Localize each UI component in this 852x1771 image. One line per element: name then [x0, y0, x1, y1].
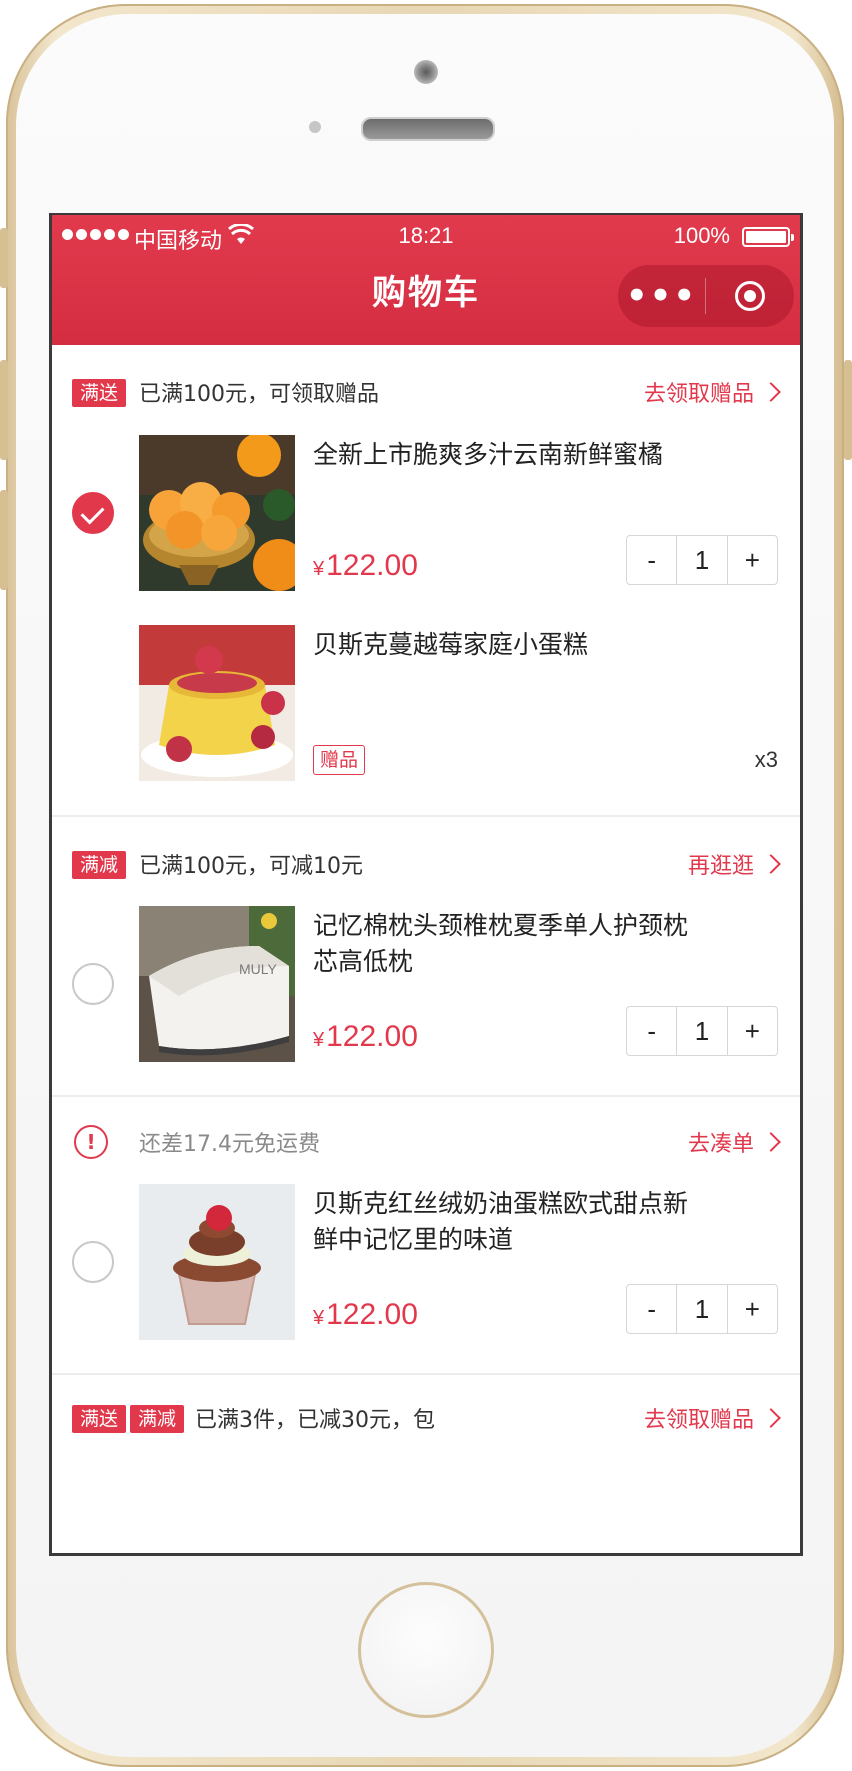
front-camera: [414, 60, 438, 84]
close-miniprogram-button[interactable]: [706, 281, 793, 311]
volume-up-button: [0, 360, 8, 460]
miniprogram-capsule: •••: [618, 265, 794, 327]
chevron-right-icon: [761, 854, 781, 874]
promo-description: 已满3件，已减30元，包: [195, 1408, 435, 1433]
add-more-label: 去凑单: [687, 1132, 754, 1157]
quantity-value[interactable]: 1: [676, 1285, 726, 1333]
product-title[interactable]: 记忆棉枕头颈椎枕夏季单人护颈枕芯高低枕: [313, 908, 703, 980]
cart-item: 全新上市脆爽多汁云南新鲜蜜橘 ¥122.00 - 1 +: [52, 435, 800, 591]
promo-group-discount: 满减 已满100元，可减10元 再逛逛 MULY 记忆棉枕头颈椎枕夏季单人护颈枕…: [52, 815, 800, 1097]
currency-symbol: ¥: [313, 558, 325, 580]
promo-group-shipping: ! 还差17.4元免运费 去凑单 贝斯克红丝绒奶油蛋糕欧式甜点新鲜中记忆里的味道…: [52, 1095, 800, 1375]
item-checkbox-checked[interactable]: [72, 492, 114, 534]
power-button: [844, 360, 852, 460]
increase-button[interactable]: +: [726, 1007, 777, 1055]
quantity-stepper: - 1 +: [626, 1006, 778, 1056]
product-title[interactable]: 贝斯克红丝绒奶油蛋糕欧式甜点新鲜中记忆里的味道: [313, 1186, 703, 1258]
group-header: ! 还差17.4元免运费 去凑单: [52, 1125, 800, 1169]
promo-tag: 满减: [72, 851, 127, 879]
group-header: 满送 已满100元，可领取赠品 去领取赠品: [52, 379, 800, 419]
promo-group-combo: 满送 满减 已满3件，已减30元，包 去领取赠品: [52, 1373, 800, 1553]
chevron-right-icon: [761, 382, 781, 402]
product-title[interactable]: 贝斯克蔓越莓家庭小蛋糕: [313, 627, 703, 663]
promo-tag: 满送: [72, 379, 127, 407]
svg-text:MULY: MULY: [239, 961, 278, 977]
more-options-icon[interactable]: •••: [618, 279, 705, 313]
product-title[interactable]: 全新上市脆爽多汁云南新鲜蜜橘: [313, 437, 703, 473]
cart-item: 贝斯克红丝绒奶油蛋糕欧式甜点新鲜中记忆里的味道 ¥122.00 - 1 +: [52, 1184, 800, 1340]
increase-button[interactable]: +: [726, 536, 777, 584]
target-icon: [734, 281, 765, 311]
pudding-cake-image[interactable]: [139, 625, 295, 781]
phone-screen: 中国移动 18:21 100% 购物车 ••• 满送 已满100元，可领取赠品 …: [49, 213, 803, 1556]
earpiece-speaker: [361, 117, 495, 141]
group-header: 满送 满减 已满3件，已减30元，包 去领取赠品: [52, 1405, 800, 1445]
keep-shopping-link[interactable]: 再逛逛: [687, 848, 781, 880]
battery-percentage: 100%: [673, 223, 730, 248]
chevron-right-icon: [761, 1132, 781, 1152]
promo-group-gift: 满送 已满100元，可领取赠品 去领取赠品 全新上市脆爽多汁云南新鲜蜜橘 ¥12…: [52, 345, 800, 817]
quantity-value[interactable]: 1: [676, 536, 726, 584]
gift-item: 贝斯克蔓越莓家庭小蛋糕 赠品 x3: [52, 625, 800, 781]
price-value: 122.00: [326, 549, 418, 582]
proximity-sensor: [309, 121, 321, 133]
decrease-button[interactable]: -: [627, 1285, 676, 1333]
decrease-button[interactable]: -: [627, 1007, 676, 1055]
add-more-link[interactable]: 去凑单: [687, 1126, 781, 1158]
currency-symbol: ¥: [313, 1029, 325, 1051]
claim-gift-link[interactable]: 去领取赠品: [643, 376, 781, 408]
product-price: ¥122.00: [313, 549, 418, 583]
volume-down-button: [0, 490, 8, 590]
cart-item: MULY 记忆棉枕头颈椎枕夏季单人护颈枕芯高低枕 ¥122.00 - 1 +: [52, 906, 800, 1062]
chevron-right-icon: [761, 1408, 781, 1428]
exclamation-circle-icon: !: [74, 1125, 108, 1159]
mandarin-oranges-image[interactable]: [139, 435, 295, 591]
battery-icon: [742, 227, 794, 247]
promo-description: 已满100元，可领取赠品: [139, 382, 379, 407]
item-checkbox[interactable]: [72, 1241, 114, 1283]
promo-description: 已满100元，可减10元: [139, 854, 363, 879]
quantity-value[interactable]: 1: [676, 1007, 726, 1055]
currency-symbol: ¥: [313, 1307, 325, 1329]
red-velvet-cupcake-image[interactable]: [139, 1184, 295, 1340]
product-price: ¥122.00: [313, 1020, 418, 1054]
promo-tag: 满送: [72, 1405, 127, 1433]
price-value: 122.00: [326, 1298, 418, 1331]
quantity-stepper: - 1 +: [626, 535, 778, 585]
quantity-stepper: - 1 +: [626, 1284, 778, 1334]
increase-button[interactable]: +: [726, 1285, 777, 1333]
claim-gift-label: 去领取赠品: [643, 382, 754, 407]
mute-switch: [0, 228, 8, 288]
product-price: ¥122.00: [313, 1298, 418, 1332]
item-checkbox[interactable]: [72, 963, 114, 1005]
top-bar: 中国移动 18:21 100% 购物车 •••: [52, 215, 800, 345]
gift-tag: 赠品: [313, 745, 366, 775]
price-value: 122.00: [326, 1020, 418, 1053]
keep-shopping-label: 再逛逛: [687, 854, 754, 879]
decrease-button[interactable]: -: [627, 536, 676, 584]
gift-quantity: x3: [754, 747, 778, 772]
group-header: 满减 已满100元，可减10元 再逛逛: [52, 851, 800, 891]
memory-foam-pillow-image[interactable]: MULY: [139, 906, 295, 1062]
home-button[interactable]: [358, 1582, 494, 1718]
claim-gift-link[interactable]: 去领取赠品: [643, 1402, 781, 1434]
claim-gift-label: 去领取赠品: [643, 1408, 754, 1433]
promo-tag: 满减: [130, 1405, 185, 1433]
status-bar: 中国移动 18:21 100%: [52, 215, 800, 259]
promo-description: 还差17.4元免运费: [139, 1132, 320, 1157]
